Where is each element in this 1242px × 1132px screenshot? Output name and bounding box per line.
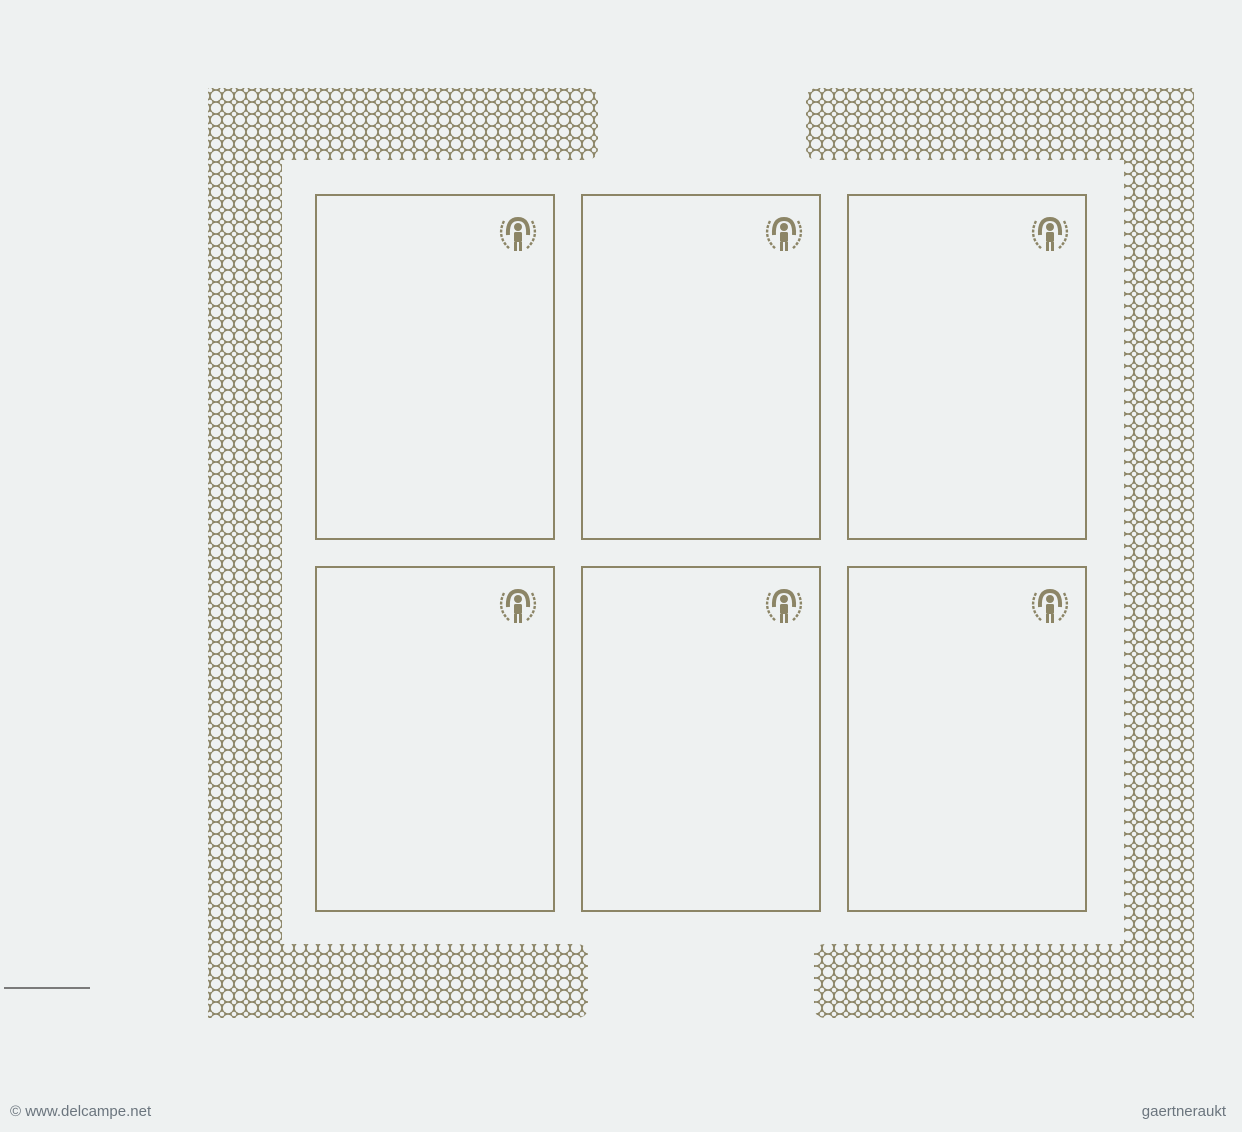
stamp-frames <box>315 194 1087 912</box>
stamp-frame <box>581 566 821 912</box>
stamp-frame <box>581 194 821 540</box>
stamp-frame-border <box>315 194 555 540</box>
iyc-child-emblem-icon <box>499 216 537 251</box>
iyc-child-emblem-icon <box>1031 216 1069 251</box>
stamp-frame-border <box>847 194 1087 540</box>
stamp-frame <box>315 566 555 912</box>
watermark-right: gaertneraukt <box>1141 1103 1226 1120</box>
margin-register-mark <box>4 987 90 989</box>
souvenir-sheet: © www.delcampe.net gaertneraukt <box>0 0 1242 1132</box>
iyc-child-emblem-icon <box>499 588 537 623</box>
iyc-child-emblem-icon <box>765 216 803 251</box>
stamp-frame <box>847 194 1087 540</box>
stamp-frame <box>315 194 555 540</box>
iyc-child-emblem-icon <box>765 588 803 623</box>
iyc-child-emblem-icon <box>1031 588 1069 623</box>
stamp-frame-border <box>847 566 1087 912</box>
stamp-frame-border <box>315 566 555 912</box>
watermark-left: © www.delcampe.net <box>10 1103 152 1120</box>
stamp-frame <box>847 566 1087 912</box>
stamp-frame-border <box>581 194 821 540</box>
stamp-frame-border <box>581 566 821 912</box>
